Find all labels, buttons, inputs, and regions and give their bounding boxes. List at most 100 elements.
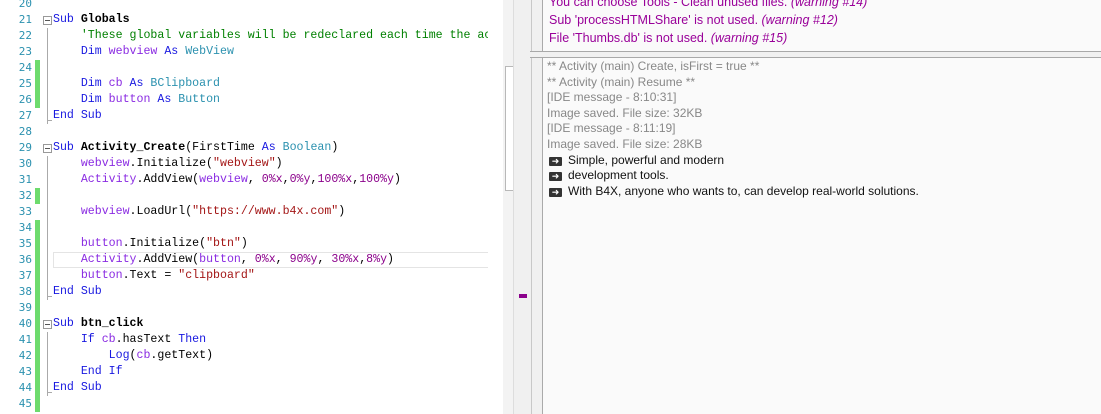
code-token: button: [108, 93, 158, 106]
code-token: End Sub: [53, 109, 102, 122]
line-number: 45: [18, 397, 32, 410]
code-token: ,: [240, 253, 255, 266]
code-line[interactable]: 28: [0, 124, 488, 140]
change-bar: [35, 348, 40, 364]
warnings-panel: You can choose Tools - Clean unused file…: [542, 0, 1101, 51]
code-line[interactable]: 43 End If: [0, 364, 488, 380]
warning-item[interactable]: You can choose Tools - Clean unused file…: [549, 0, 867, 11]
warning-text: Sub 'processHTMLShare' is not used.: [549, 13, 762, 27]
code-token: ): [387, 253, 395, 266]
arrow-right-icon: ➜: [549, 187, 562, 197]
code-line[interactable]: 29 Sub Activity_Create(FirstTime As Boole…: [0, 140, 488, 156]
code-token: "clipboard": [178, 269, 255, 282]
code-line[interactable]: 40 Sub btn_click: [0, 316, 488, 332]
code-token: cb: [136, 349, 151, 362]
code-token: "webview": [213, 157, 276, 170]
code-line[interactable]: 24: [0, 60, 488, 76]
code-line[interactable]: 33 webview.LoadUrl("https://www.b4x.com"…: [0, 204, 488, 220]
code-line[interactable]: 42 Log(cb.getText): [0, 348, 488, 364]
code-text: button.Text = "clipboard": [53, 268, 255, 284]
code-token: 0%x: [261, 173, 283, 186]
editor-scrollbar[interactable]: [503, 0, 513, 414]
code-editor[interactable]: 20 21 Sub Globals 22 'These global variable…: [0, 0, 488, 414]
code-token: Dim: [53, 93, 109, 106]
code-line[interactable]: 23 Dim webview As WebView: [0, 44, 488, 60]
code-line[interactable]: 45: [0, 396, 488, 412]
warning-code: (warning #14): [790, 0, 868, 9]
code-token: cb: [108, 77, 130, 90]
code-token: (: [129, 349, 137, 362]
line-number: 24: [18, 61, 32, 74]
code-line[interactable]: 41 If cb.hasText Then: [0, 332, 488, 348]
panel-splitter[interactable]: [530, 51, 1101, 58]
change-bar: [35, 396, 40, 412]
code-token: ,: [247, 173, 262, 186]
fold-guide: [47, 348, 48, 364]
code-token: As: [157, 93, 179, 106]
warning-marker[interactable]: [519, 294, 527, 298]
log-line: [IDE message - 8:10:31]: [547, 90, 676, 106]
warning-item[interactable]: Sub 'processHTMLShare' is not used. (war…: [549, 11, 838, 29]
log-text: ** Activity (main) Resume **: [547, 74, 696, 89]
warning-code: (warning #12): [761, 13, 838, 27]
line-number: 39: [18, 301, 32, 314]
warning-text: File 'Thumbs.db' is not used.: [549, 31, 711, 45]
log-line: Image saved. File size: 28KB: [547, 137, 702, 153]
code-token: As: [129, 77, 151, 90]
line-number: 23: [18, 45, 32, 58]
code-token: .AddView(: [136, 253, 200, 266]
code-token: ): [394, 173, 401, 186]
log-text: Simple, powerful and modern: [568, 152, 725, 167]
log-line: ** Activity (main) Create, isFirst = tru…: [547, 59, 759, 75]
fold-toggle-icon[interactable]: [43, 16, 52, 25]
logs-panel: ** Activity (main) Create, isFirst = tru…: [542, 58, 1101, 414]
code-token: .Text =: [122, 269, 179, 282]
change-bar: [35, 188, 40, 204]
code-token: Sub: [53, 141, 81, 154]
log-line: [IDE message - 8:11:19]: [547, 121, 676, 137]
log-line: ➜ With B4X, anyone who wants to, can deve…: [549, 184, 919, 200]
fold-guide: [47, 108, 52, 124]
change-bar: [35, 76, 40, 92]
code-token: ,: [282, 173, 290, 186]
code-line[interactable]: 21 Sub Globals: [0, 12, 488, 28]
code-token: 0%y: [289, 173, 311, 186]
code-line[interactable]: 31 Activity.AddView(webview, 0%x,0%y,100…: [0, 172, 488, 188]
code-token: .Initialize(: [129, 157, 214, 170]
code-token: button: [53, 269, 123, 282]
code-line[interactable]: 36 Activity.AddView(button, 0%x, 90%y, 3…: [0, 252, 488, 268]
code-text: webview.Initialize("webview"): [53, 156, 283, 172]
code-line[interactable]: 22 'These global variables will be redec…: [0, 28, 488, 44]
log-text: With B4X, anyone who wants to, can devel…: [568, 183, 919, 198]
fold-guide: [47, 268, 48, 284]
fold-toggle-icon[interactable]: [43, 320, 52, 329]
code-line[interactable]: 39: [0, 300, 488, 316]
fold-guide: [47, 380, 52, 396]
fold-toggle-icon[interactable]: [43, 144, 52, 153]
code-line[interactable]: 30 webview.Initialize("webview"): [0, 156, 488, 172]
code-line[interactable]: 44 End Sub: [0, 380, 488, 396]
code-line[interactable]: 25 Dim cb As BClipboard: [0, 76, 488, 92]
code-text: button.Initialize("btn"): [53, 236, 248, 252]
code-line[interactable]: 37 button.Text = "clipboard": [0, 268, 488, 284]
change-bar: [35, 380, 40, 396]
fold-guide: [47, 364, 48, 380]
code-line[interactable]: 35 button.Initialize("btn"): [0, 236, 488, 252]
line-number: 40: [18, 317, 32, 330]
fold-guide: [47, 44, 48, 60]
fold-guide: [47, 28, 48, 44]
code-line[interactable]: 20: [0, 0, 488, 12]
change-bar: [35, 364, 40, 380]
log-text: Image saved. File size: 28KB: [547, 137, 703, 151]
code-line[interactable]: 34: [0, 220, 488, 236]
code-token: If: [53, 333, 102, 346]
code-line[interactable]: 26 Dim button As Button: [0, 92, 488, 108]
line-number: 44: [18, 381, 32, 394]
fold-guide: [47, 220, 48, 236]
warning-item[interactable]: File 'Thumbs.db' is not used. (warning #…: [549, 29, 787, 47]
code-line[interactable]: 38 End Sub: [0, 284, 488, 300]
code-line[interactable]: 27 End Sub: [0, 108, 488, 124]
line-number: 32: [18, 189, 32, 202]
code-line[interactable]: 32: [0, 188, 488, 204]
code-token: 30%x: [331, 253, 360, 266]
